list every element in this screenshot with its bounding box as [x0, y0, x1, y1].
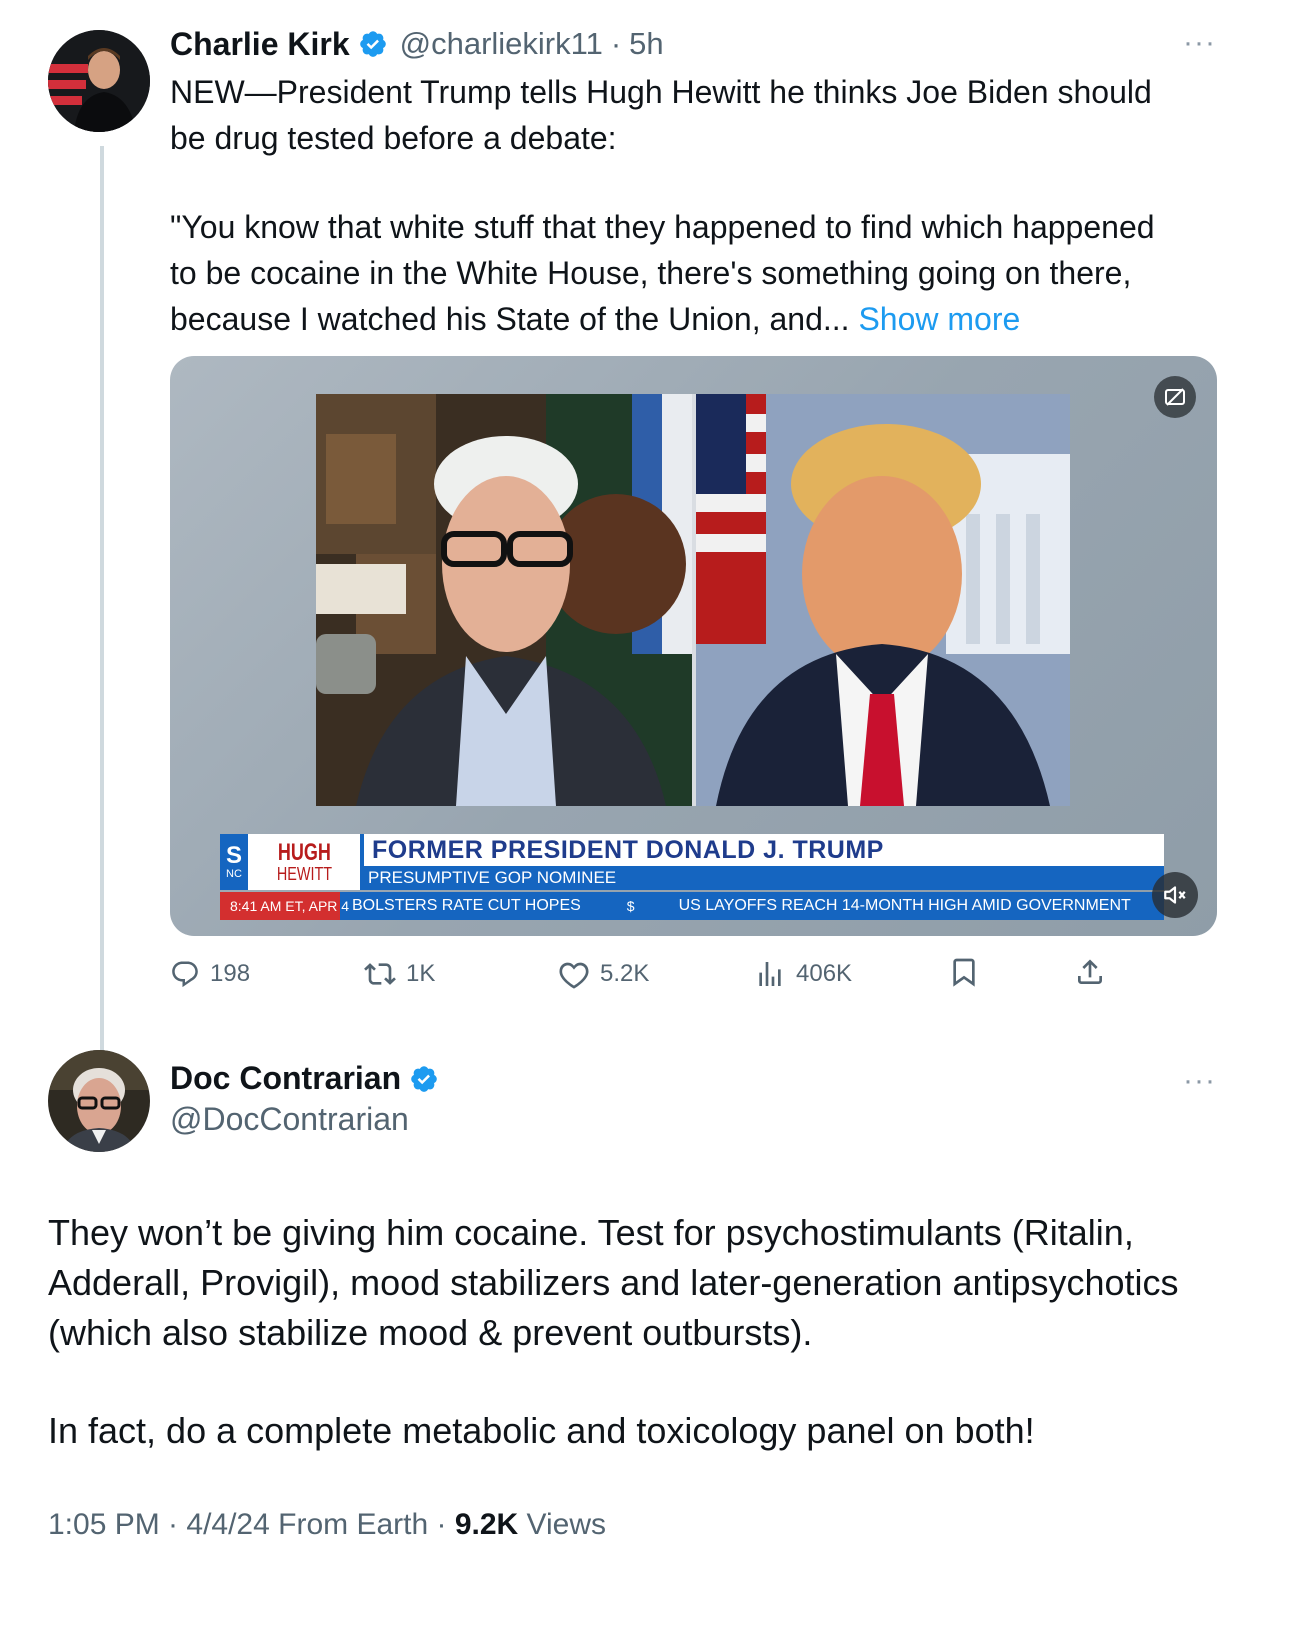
lower-third-subtitle: PRESUMPTIVE GOP NOMINEE — [368, 868, 617, 887]
reply-icon — [170, 959, 200, 989]
bookmark-icon[interactable] — [948, 956, 980, 993]
author-handle[interactable]: @charliekirk11 — [400, 26, 603, 62]
repost-button[interactable]: 1K — [364, 954, 435, 994]
repost-icon — [364, 958, 396, 990]
lower-third-title: FORMER PRESIDENT DONALD J. TRUMP — [372, 835, 884, 864]
mute-icon[interactable] — [1152, 872, 1198, 918]
views-count: 9.2K — [454, 1508, 519, 1541]
more-icon[interactable]: ··· — [1183, 1064, 1216, 1098]
tweet1-text: NEW—President Trump tells Hugh Hewitt he… — [170, 69, 1230, 342]
like-button[interactable]: 5.2K — [558, 954, 649, 994]
author-name[interactable]: Charlie Kirk — [170, 26, 350, 63]
captions-off-icon[interactable] — [1154, 376, 1196, 418]
lower-third-subtitle-bar: PRESUMPTIVE GOP NOMINEE — [360, 866, 1164, 890]
more-icon[interactable]: ··· — [1183, 26, 1216, 60]
views-label: Views — [526, 1508, 607, 1541]
like-count: 5.2K — [600, 960, 650, 987]
reply-count: 198 — [210, 960, 251, 987]
video-left-panel — [316, 394, 692, 806]
avatar-charlie-kirk[interactable] — [48, 30, 150, 132]
post-time[interactable]: 5h — [629, 26, 663, 62]
views-count: 406K — [796, 960, 853, 987]
like-icon — [558, 958, 590, 990]
thread-connector-line — [100, 146, 104, 1068]
avatar-doc-contrarian[interactable] — [48, 1050, 150, 1152]
tweet2-line: In fact, do a complete metabolic and tox… — [48, 1410, 1035, 1451]
author-handle[interactable]: @DocContrarian — [170, 1101, 409, 1138]
lower-third-logo: S NC HUGH HEWITT — [220, 834, 360, 890]
tweet1-header: Charlie Kirk @charliekirk11 · 5h — [170, 22, 664, 66]
show-more-link[interactable]: Show more — [858, 301, 1020, 337]
repost-count: 1K — [406, 960, 436, 987]
post-timestamp[interactable]: 1:05 PM · 4/4/24 From Earth · — [48, 1508, 446, 1541]
tweet1-line: "You know that white stuff that they hap… — [170, 209, 1155, 245]
share-icon[interactable] — [1074, 956, 1106, 993]
tweet2-meta: 1:05 PM · 4/4/24 From Earth · 9.2K Views — [48, 1508, 606, 1542]
author-name[interactable]: Doc Contrarian — [170, 1060, 401, 1097]
video-right-panel — [696, 394, 1070, 806]
logo-nc: NC — [226, 868, 242, 880]
verified-badge-icon — [409, 1064, 439, 1094]
tweet1-line: be drug tested before a debate: — [170, 120, 617, 156]
logo-hugh: HUGH — [277, 839, 331, 866]
tweet2-header: Doc Contrarian — [170, 1060, 439, 1097]
logo-hewitt: HEWITT — [276, 864, 332, 884]
ticker-item-2: US LAYOFFS REACH 14-MONTH HIGH AMID GOVE… — [678, 897, 1131, 914]
ticker-item-1: BOLSTERS RATE CUT HOPES — [352, 897, 581, 914]
tweet2-line: (which also stabilize mood & prevent out… — [48, 1312, 813, 1353]
ticker-dollar: $ — [626, 898, 635, 914]
ticker-timestamp: 8:41 AM ET, APR 4 — [220, 892, 349, 920]
logo-s: S — [225, 842, 242, 869]
ticker-bar: 8:41 AM ET, APR 4 BOLSTERS RATE CUT HOPE… — [220, 892, 1164, 920]
tweet2-text: They won’t be giving him cocaine. Test f… — [48, 1208, 1288, 1456]
tweet1-line: because I watched his State of the Union… — [170, 301, 850, 337]
verified-badge-icon — [358, 29, 388, 59]
views-icon — [754, 958, 786, 990]
tweet2-line: They won’t be giving him cocaine. Test f… — [48, 1212, 1134, 1253]
reply-button[interactable]: 198 — [170, 954, 250, 994]
video-player[interactable]: S NC HUGH HEWITT FORMER PRESIDENT DONALD… — [170, 356, 1217, 936]
views-button[interactable]: 406K — [754, 954, 852, 994]
separator-dot: · — [610, 26, 622, 61]
tweet1-line: to be cocaine in the White House, there'… — [170, 255, 1132, 291]
tweet2-line: Adderall, Provigil), mood stabilizers an… — [48, 1262, 1179, 1303]
lower-third-title-bar: FORMER PRESIDENT DONALD J. TRUMP — [360, 834, 1164, 866]
tweet1-line: NEW—President Trump tells Hugh Hewitt he… — [170, 74, 1152, 110]
